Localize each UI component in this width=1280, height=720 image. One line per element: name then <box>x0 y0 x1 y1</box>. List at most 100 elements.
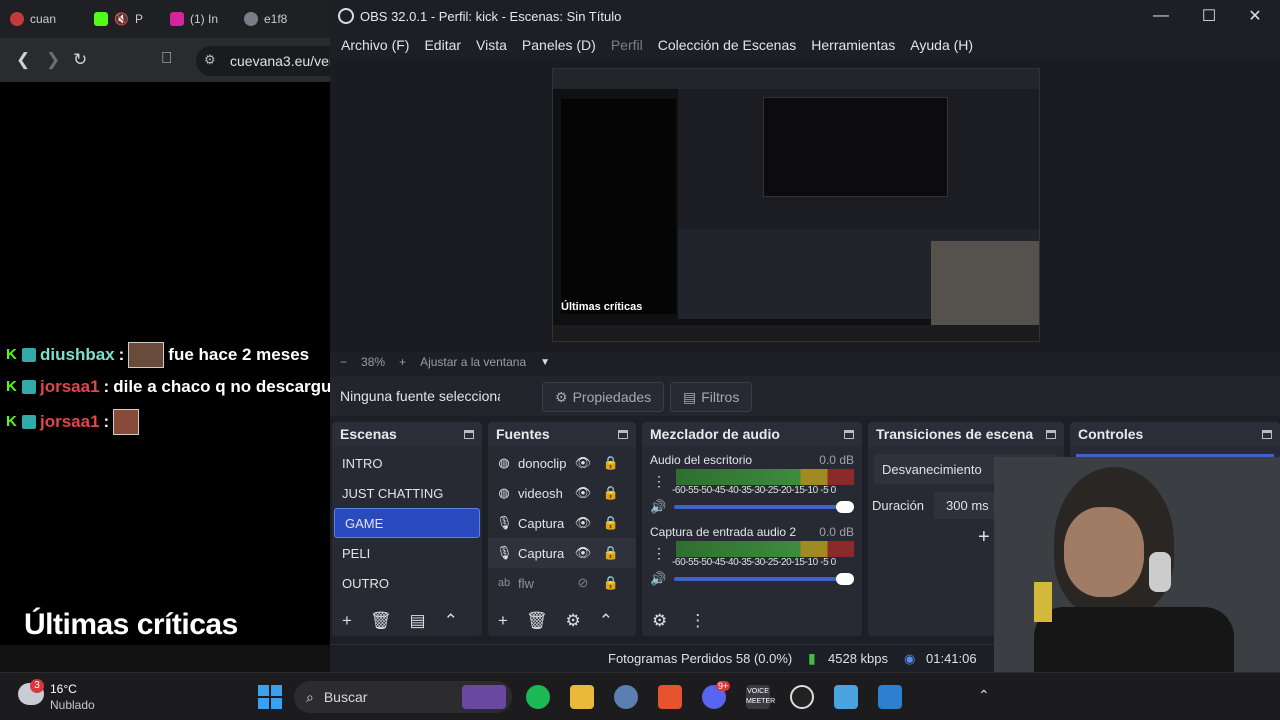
menu-archivo[interactable]: Archivo (F) <box>337 37 413 53</box>
menu-ayuda[interactable]: Ayuda (H) <box>906 37 977 53</box>
trash-icon[interactable]: 🗑 <box>370 611 392 631</box>
chevron-up-icon[interactable]: ⌃ <box>599 611 613 631</box>
slider-handle[interactable] <box>836 573 854 585</box>
title-bar: OBS 32.0.1 - Perfil: kick - Escenas: Sin… <box>330 0 1280 32</box>
undock-icon[interactable] <box>618 429 628 439</box>
chat-user: diushbax <box>40 345 115 364</box>
lock-icon[interactable]: 🔒 <box>600 455 622 471</box>
taskbar-search[interactable]: ⌕ Buscar <box>294 681 512 713</box>
menu-coleccion-escenas[interactable]: Colección de Escenas <box>654 37 801 53</box>
more-icon[interactable]: ⋮ <box>652 473 666 490</box>
menu-bar: Archivo (F) Editar Vista Paneles (D) Per… <box>330 32 1280 58</box>
video-area <box>22 82 330 572</box>
scene-item[interactable]: JUST CHATTING <box>332 478 482 508</box>
dock-title: Transiciones de escena <box>876 426 1034 442</box>
chevron-down-icon[interactable]: ▼ <box>540 357 550 368</box>
chevron-up-icon[interactable]: ⌃ <box>978 687 990 704</box>
menu-editar[interactable]: Editar <box>420 37 465 53</box>
scene-item[interactable]: PELI <box>332 538 482 568</box>
zoom-fit-select[interactable]: Ajustar a la ventana <box>420 355 526 369</box>
preview-canvas[interactable]: Últimas críticas <box>330 58 1280 352</box>
volume-slider[interactable] <box>674 501 854 513</box>
filters-button[interactable]: ▤ Filtros <box>670 382 753 412</box>
eye-icon[interactable]: 👁 <box>572 485 594 501</box>
paint-icon[interactable] <box>878 685 902 709</box>
undock-icon[interactable] <box>844 429 854 439</box>
scene-item-selected[interactable]: GAME <box>334 508 480 538</box>
more-icon[interactable]: ⋮ <box>652 545 666 562</box>
volume-slider[interactable] <box>674 573 854 585</box>
channel-db: 0.0 dB <box>819 453 854 467</box>
undock-icon[interactable] <box>1046 429 1056 439</box>
chevron-up-icon[interactable]: ⌃ <box>444 611 458 631</box>
file-explorer-icon[interactable] <box>570 685 594 709</box>
close-button[interactable]: ✕ <box>1232 0 1278 32</box>
brave-icon[interactable] <box>658 685 682 709</box>
browser-tab-2[interactable]: 🔇 P <box>94 8 154 30</box>
lock-icon[interactable]: 🔒 <box>600 575 622 591</box>
more-icon[interactable]: ⋮ <box>631 611 636 631</box>
obs-taskbar-icon[interactable] <box>790 685 814 709</box>
eye-icon[interactable]: 👁 <box>572 515 594 531</box>
menu-perfil[interactable]: Perfil <box>607 37 647 53</box>
dock-title: Controles <box>1078 426 1144 442</box>
settings-icon[interactable] <box>614 685 638 709</box>
source-item[interactable]: 🎙 Captura 👁 🔒 <box>488 508 636 538</box>
maximize-button[interactable]: ☐ <box>1186 0 1232 32</box>
minimize-button[interactable]: — <box>1138 0 1184 32</box>
eye-icon[interactable]: 👁 <box>572 455 594 471</box>
weather-condition: Nublado <box>50 698 95 712</box>
zoom-out-button[interactable]: − <box>340 355 347 369</box>
back-icon[interactable]: ❮ <box>16 50 30 70</box>
zoom-in-button[interactable]: + <box>399 355 406 369</box>
advanced-audio-icon[interactable]: ⚙ <box>652 611 667 631</box>
filter-icon[interactable]: ▤ <box>410 611 426 631</box>
page-image-strip <box>0 645 330 672</box>
eye-hidden-icon[interactable]: ⊘ <box>572 575 594 591</box>
bitrate: 4528 kbps <box>828 651 888 666</box>
gear-icon[interactable]: ⚙ <box>566 611 581 631</box>
source-item[interactable]: 🎙 Captura 👁 🔒 <box>488 538 636 568</box>
source-item[interactable]: ab flw ⊘ 🔒 <box>488 568 636 598</box>
speaker-icon[interactable]: 🔊 <box>650 571 666 587</box>
more-icon[interactable]: ⋮ <box>476 611 482 631</box>
speaker-icon[interactable]: 🔊 <box>650 499 666 515</box>
spotify-icon[interactable] <box>526 685 550 709</box>
add-icon[interactable]: + <box>342 611 352 631</box>
undock-icon[interactable] <box>464 429 474 439</box>
source-item[interactable]: ◍ donoclip 👁 🔒 <box>488 448 636 478</box>
browser-tab-strip: cuan 🔇 P (1) In e1f8 <box>0 0 330 38</box>
eye-icon[interactable]: 👁 <box>572 545 594 561</box>
browser-tab-1[interactable]: cuan <box>10 8 70 30</box>
menu-paneles[interactable]: Paneles (D) <box>518 37 600 53</box>
browser-tab-3[interactable]: (1) In <box>170 8 232 30</box>
forward-icon[interactable]: ❯ <box>46 50 60 70</box>
add-icon[interactable]: + <box>498 611 508 631</box>
browser-tab-4[interactable]: e1f8 <box>244 8 304 30</box>
scene-item[interactable]: OUTRO <box>332 568 482 598</box>
lock-icon[interactable]: 🔒 <box>600 485 622 501</box>
slider-handle[interactable] <box>836 501 854 513</box>
scene-item[interactable]: INTRO <box>332 448 482 478</box>
menu-herramientas[interactable]: Herramientas <box>807 37 899 53</box>
windows-start-icon[interactable] <box>258 685 282 709</box>
source-item[interactable]: ◍ videosh 👁 🔒 <box>488 478 636 508</box>
add-icon[interactable]: + <box>978 526 990 549</box>
voicemeeter-icon[interactable]: VOICE MEETER <box>746 685 775 709</box>
reload-icon[interactable]: ↻ <box>73 50 87 70</box>
lock-icon[interactable]: 🔒 <box>600 515 622 531</box>
notepad-icon[interactable] <box>834 685 858 709</box>
chat-user: jorsaa1 <box>40 377 100 396</box>
browser-icon: ◍ <box>498 485 510 500</box>
menu-vista[interactable]: Vista <box>472 37 511 53</box>
trash-icon[interactable]: 🗑 <box>526 611 548 631</box>
tab-label: e1f8 <box>264 12 288 26</box>
lock-icon[interactable]: 🔒 <box>600 545 622 561</box>
address-bar[interactable]: ⚙ cuevana3.eu/ver <box>196 46 336 76</box>
more-icon[interactable]: ⋮ <box>689 611 706 631</box>
search-placeholder: Buscar <box>323 689 368 705</box>
bookmark-icon[interactable]: ⎕ <box>162 50 172 68</box>
undock-icon[interactable] <box>1262 429 1272 439</box>
properties-button[interactable]: ⚙ Propiedades <box>542 382 665 412</box>
duration-input[interactable]: 300 ms <box>934 492 1001 519</box>
